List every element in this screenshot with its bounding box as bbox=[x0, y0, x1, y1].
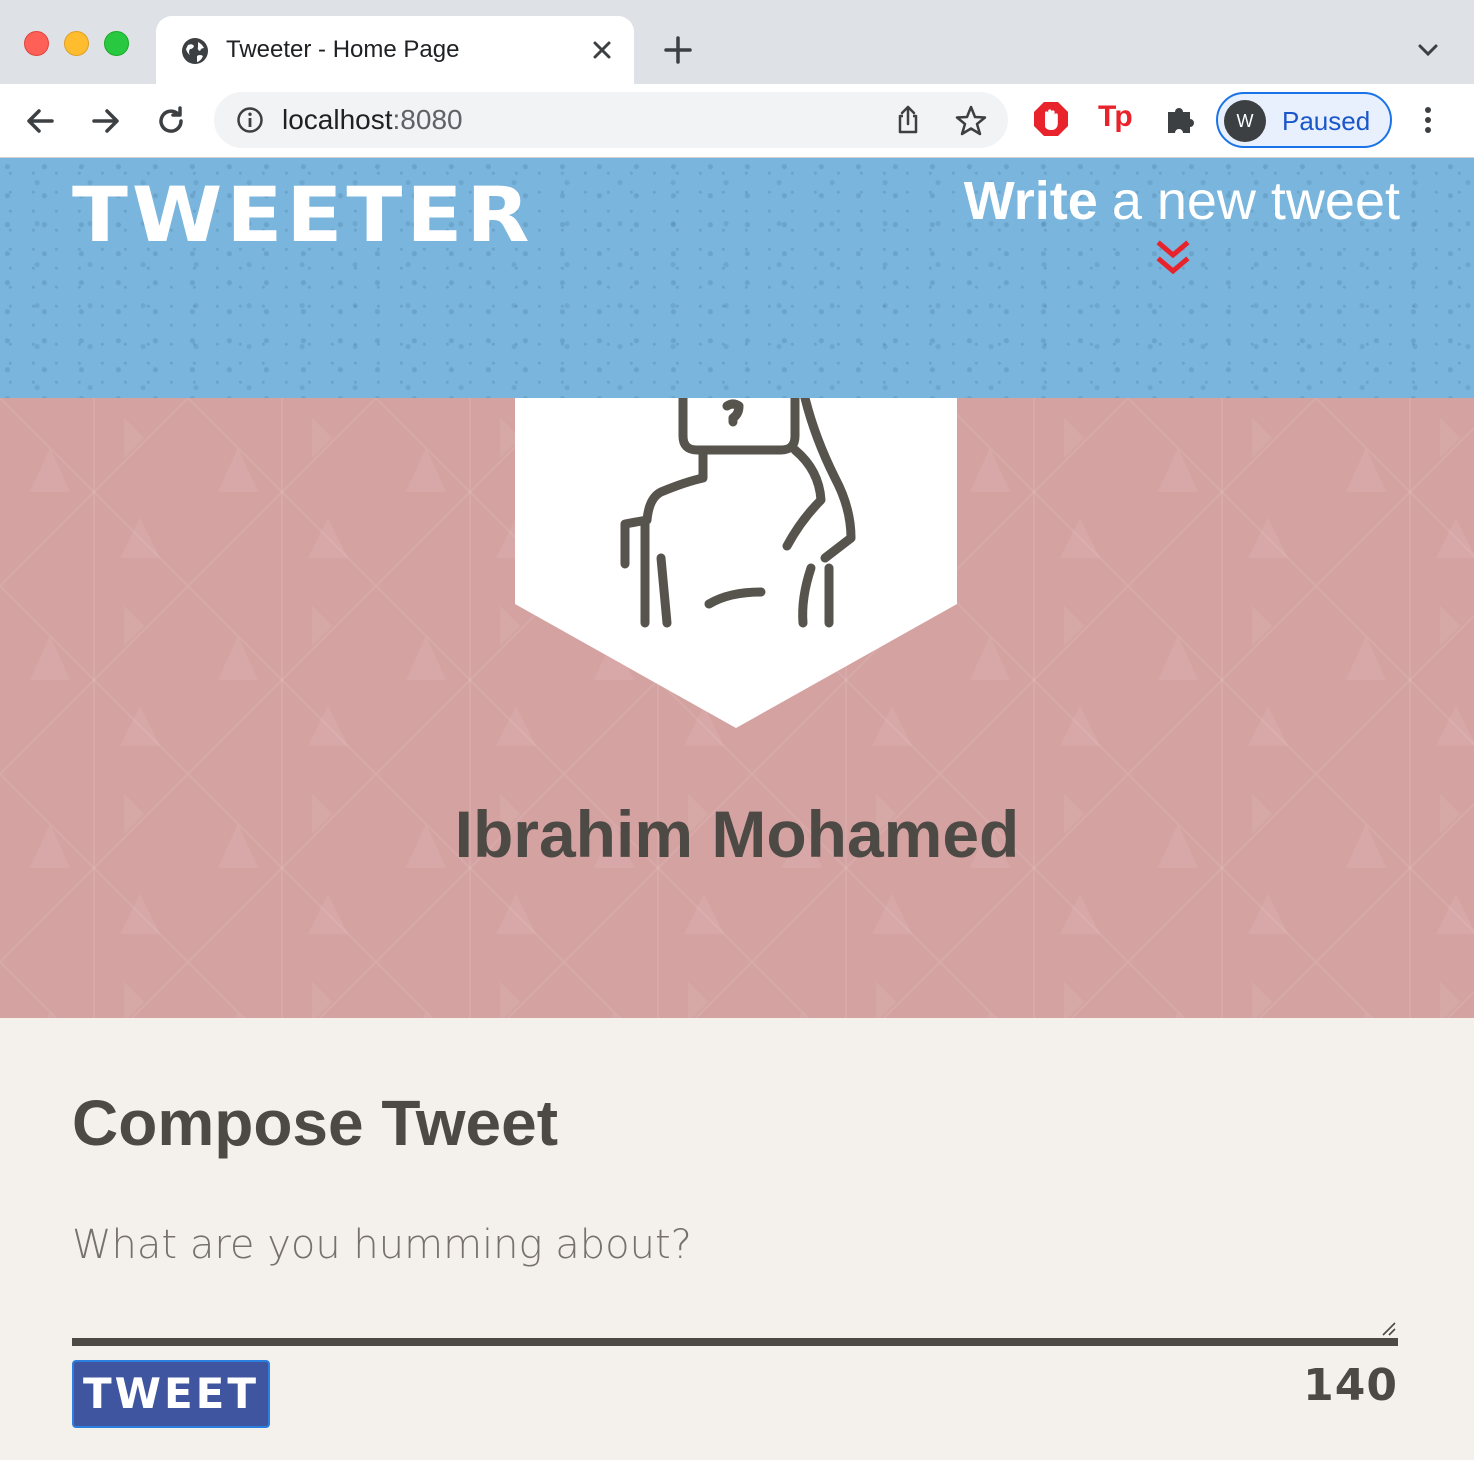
write-new-tweet-link[interactable]: Write a new tweet bbox=[964, 170, 1400, 232]
character-counter: 140 bbox=[1303, 1360, 1398, 1411]
profile-button[interactable]: W Paused bbox=[1216, 92, 1392, 148]
tab-title: Tweeter - Home Page bbox=[226, 36, 460, 63]
compose-section: Compose Tweet TWEET 140 bbox=[0, 1018, 1474, 1460]
profile-banner: Ibrahim Mohamed bbox=[0, 398, 1474, 1018]
address-bar[interactable]: localhost:8080 bbox=[214, 92, 1008, 148]
extension-tp-icon[interactable]: Tp bbox=[1098, 100, 1136, 138]
user-avatar-badge bbox=[515, 398, 957, 728]
url-text[interactable]: localhost:8080 bbox=[282, 104, 463, 136]
tweet-button[interactable]: TWEET bbox=[72, 1360, 270, 1428]
bookmark-star-icon[interactable] bbox=[954, 104, 988, 138]
site-logo[interactable]: TWEETER bbox=[72, 172, 534, 259]
minimize-window-button[interactable] bbox=[64, 31, 89, 56]
chevron-down-icon[interactable] bbox=[1414, 38, 1442, 62]
browser-tab-strip: Tweeter - Home Page bbox=[0, 0, 1474, 84]
forward-arrow-icon[interactable] bbox=[86, 102, 124, 140]
resize-grip-icon[interactable] bbox=[1380, 1320, 1396, 1336]
site-header: TWEETER Write a new tweet bbox=[0, 158, 1474, 398]
write-label: Write bbox=[963, 171, 1098, 231]
info-icon[interactable] bbox=[236, 106, 264, 134]
globe-icon bbox=[182, 38, 208, 64]
maximize-window-button[interactable] bbox=[104, 31, 129, 56]
close-window-button[interactable] bbox=[24, 31, 49, 56]
active-tab[interactable]: Tweeter - Home Page bbox=[156, 16, 634, 84]
double-chevron-down-icon[interactable] bbox=[1156, 238, 1190, 278]
avatar: W bbox=[1224, 100, 1266, 142]
write-rest-label: a new tweet bbox=[1111, 171, 1400, 231]
new-tab-plus-icon[interactable] bbox=[662, 34, 694, 66]
back-arrow-icon[interactable] bbox=[22, 102, 60, 140]
adblock-stop-hand-icon[interactable] bbox=[1032, 100, 1070, 138]
more-menu-icon[interactable] bbox=[1414, 104, 1442, 136]
tweet-textarea[interactable] bbox=[72, 1222, 1398, 1338]
share-icon[interactable] bbox=[892, 104, 924, 136]
textarea-underline bbox=[72, 1338, 1398, 1346]
extensions-puzzle-icon[interactable] bbox=[1162, 100, 1200, 138]
compose-title: Compose Tweet bbox=[72, 1087, 558, 1159]
close-icon[interactable] bbox=[588, 36, 616, 64]
reload-icon[interactable] bbox=[152, 102, 190, 140]
user-name: Ibrahim Mohamed bbox=[454, 797, 1020, 871]
profile-status: Paused bbox=[1282, 106, 1371, 136]
